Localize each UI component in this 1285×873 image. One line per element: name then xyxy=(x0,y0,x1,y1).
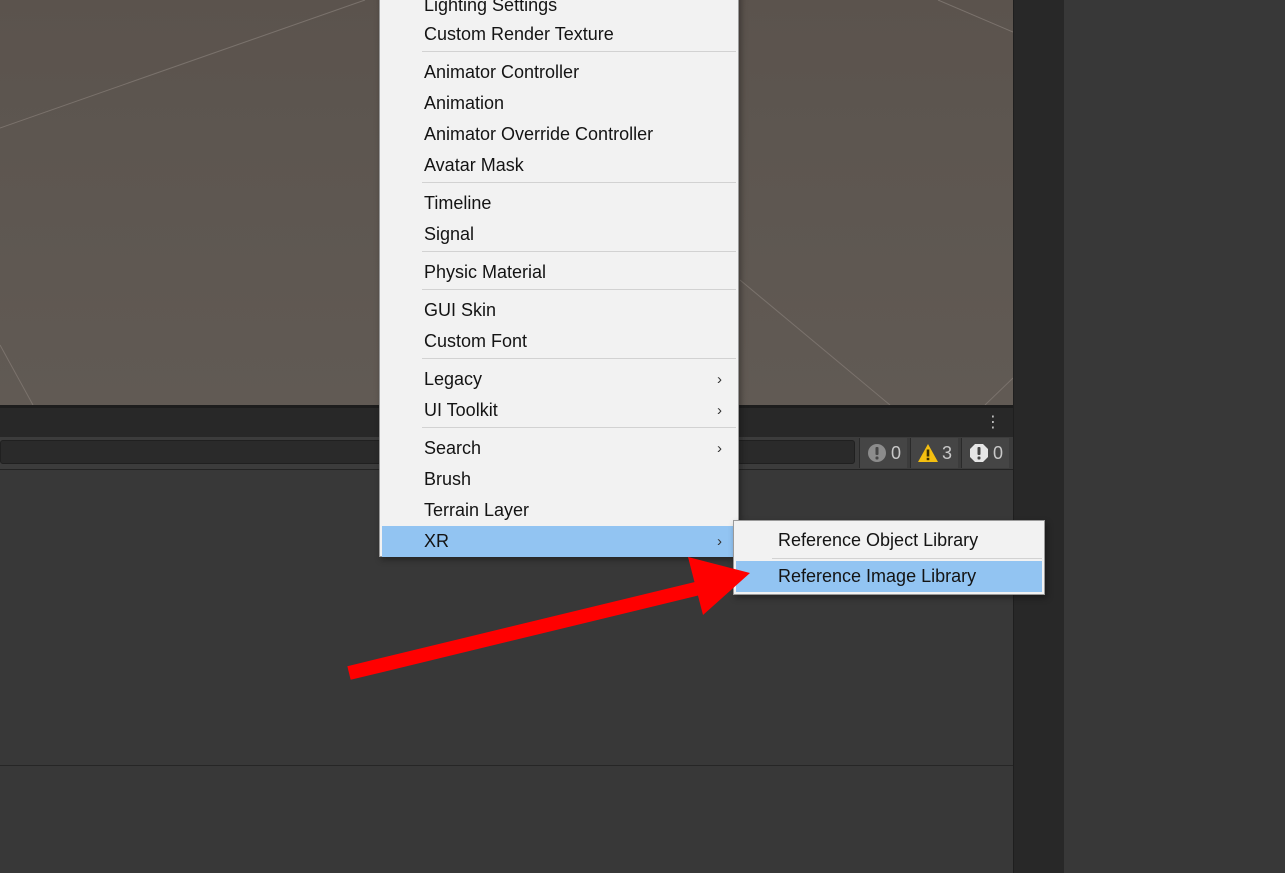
menu-separator xyxy=(422,427,736,428)
info-count: 0 xyxy=(891,443,902,463)
menu-item-label: Custom Render Texture xyxy=(424,24,614,44)
menu-item-search[interactable]: Search › xyxy=(382,433,736,464)
menu-item-custom-font[interactable]: Custom Font xyxy=(382,326,736,357)
menu-item-terrain-layer[interactable]: Terrain Layer xyxy=(382,495,736,526)
menu-item-label: Avatar Mask xyxy=(424,155,524,175)
menu-item-label: Brush xyxy=(424,469,472,489)
menu-item-label: Legacy xyxy=(424,369,483,389)
menu-item-label: Animator Controller xyxy=(424,62,580,82)
menu-item-label: Animation xyxy=(424,93,505,113)
menu-item-custom-render-texture[interactable]: Custom Render Texture xyxy=(382,19,736,50)
chevron-right-icon: › xyxy=(717,371,722,388)
menu-item-animator-override-controller[interactable]: Animator Override Controller xyxy=(382,119,736,150)
menu-item-reference-image-library[interactable]: Reference Image Library xyxy=(736,561,1042,592)
more-options-icon[interactable]: ⋮ xyxy=(985,414,1001,432)
menu-item-label: Reference Image Library xyxy=(778,566,977,586)
menu-item-physic-material[interactable]: Physic Material xyxy=(382,257,736,288)
menu-item-label: XR xyxy=(424,531,450,551)
menu-separator xyxy=(772,558,1042,559)
menu-item-label: Search xyxy=(424,438,482,458)
menu-separator xyxy=(422,251,736,252)
menu-item-brush[interactable]: Brush xyxy=(382,464,736,495)
warning-count-toggle[interactable]: 3 xyxy=(910,438,958,468)
create-asset-context-menu: Lighting Settings Custom Render Texture … xyxy=(379,0,739,557)
menu-item-reference-object-library[interactable]: Reference Object Library xyxy=(736,525,1042,556)
right-dock-strip xyxy=(1013,0,1064,873)
menu-separator xyxy=(422,358,736,359)
xr-submenu: Reference Object Library Reference Image… xyxy=(733,520,1045,595)
menu-separator xyxy=(422,289,736,290)
warning-count: 3 xyxy=(942,443,953,463)
menu-item-animation[interactable]: Animation xyxy=(382,88,736,119)
menu-item-lighting-settings[interactable]: Lighting Settings xyxy=(382,0,736,21)
menu-item-label: UI Toolkit xyxy=(424,400,498,420)
menu-item-gui-skin[interactable]: GUI Skin xyxy=(382,295,736,326)
menu-item-timeline[interactable]: Timeline xyxy=(382,188,736,219)
menu-item-label: Reference Object Library xyxy=(778,530,979,550)
error-count: 0 xyxy=(993,443,1004,463)
console-detail-pane xyxy=(0,766,1013,873)
menu-item-label: Signal xyxy=(424,224,475,244)
error-icon xyxy=(970,444,988,462)
info-count-toggle[interactable]: 0 xyxy=(859,438,907,468)
chevron-right-icon: › xyxy=(717,402,722,419)
menu-item-label: Lighting Settings xyxy=(424,0,558,15)
menu-item-ui-toolkit[interactable]: UI Toolkit › xyxy=(382,395,736,426)
menu-separator xyxy=(422,51,736,52)
menu-item-label: GUI Skin xyxy=(424,300,497,320)
info-icon xyxy=(868,444,886,462)
menu-item-label: Custom Font xyxy=(424,331,528,351)
chevron-right-icon: › xyxy=(717,533,722,550)
warning-icon xyxy=(918,444,938,462)
menu-item-label: Timeline xyxy=(424,193,492,213)
chevron-right-icon: › xyxy=(717,440,722,457)
menu-item-label: Physic Material xyxy=(424,262,547,282)
menu-item-label: Animator Override Controller xyxy=(424,124,654,144)
menu-separator xyxy=(422,182,736,183)
menu-item-legacy[interactable]: Legacy › xyxy=(382,364,736,395)
error-count-toggle[interactable]: 0 xyxy=(961,438,1009,468)
right-panel xyxy=(1064,0,1285,873)
menu-item-animator-controller[interactable]: Animator Controller xyxy=(382,57,736,88)
menu-item-signal[interactable]: Signal xyxy=(382,219,736,250)
menu-item-avatar-mask[interactable]: Avatar Mask xyxy=(382,150,736,181)
menu-item-label: Terrain Layer xyxy=(424,500,530,520)
menu-item-xr[interactable]: XR › xyxy=(382,526,736,557)
